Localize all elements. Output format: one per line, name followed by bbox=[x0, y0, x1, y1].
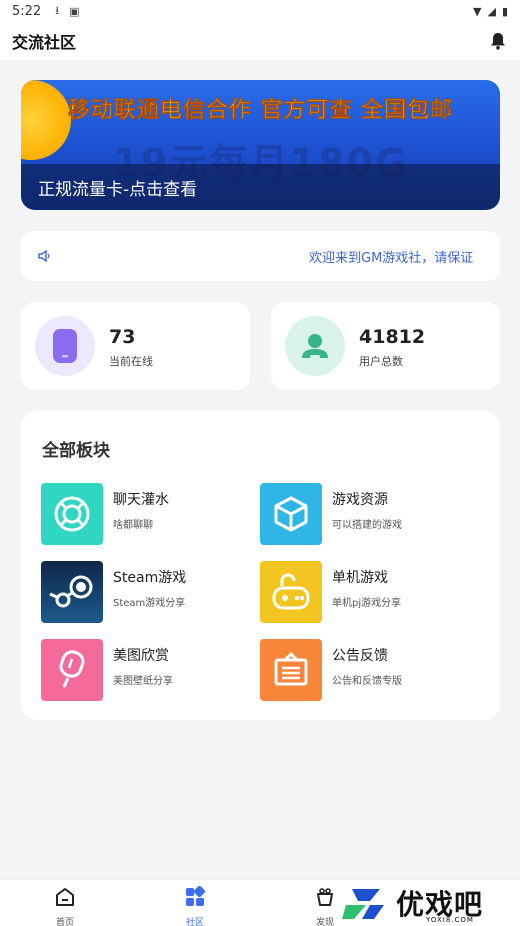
speaker-icon bbox=[38, 249, 50, 263]
status-time: 5:22 bbox=[12, 3, 42, 19]
board-item-steam[interactable]: Steam游戏 Steam游戏分享 bbox=[41, 561, 251, 623]
stat-online: 73 当前在线 bbox=[21, 302, 250, 390]
board-name: 美图欣赏 bbox=[113, 648, 169, 664]
cube-icon bbox=[260, 483, 322, 545]
watermark-url: YOXI8.COM bbox=[426, 916, 474, 924]
tab-community[interactable]: 社区 bbox=[165, 885, 225, 926]
board-item-chat[interactable]: 聊天灌水 啥都聊聊 bbox=[41, 483, 251, 545]
board-desc: 啥都聊聊 bbox=[113, 520, 153, 531]
board-desc: 单机pj游戏分享 bbox=[332, 598, 402, 609]
board-name: 聊天灌水 bbox=[113, 492, 169, 508]
wifi-icon: ▼ bbox=[473, 4, 482, 18]
board-name: 游戏资源 bbox=[332, 492, 388, 508]
board-name: 单机游戏 bbox=[332, 570, 388, 586]
discover-icon bbox=[317, 888, 333, 906]
board-desc: 美图壁纸分享 bbox=[113, 676, 173, 687]
users-count: 41812 bbox=[359, 326, 426, 348]
popsicle-icon bbox=[41, 639, 103, 701]
tab-label: 社区 bbox=[185, 918, 204, 926]
board-desc: Steam游戏分享 bbox=[113, 598, 186, 609]
board-name: Steam游戏 bbox=[113, 570, 187, 586]
online-count: 73 bbox=[109, 326, 136, 348]
tab-label: 首页 bbox=[55, 918, 74, 926]
users-label: 用户总数 bbox=[359, 355, 403, 368]
boards-card: 全部板块 聊天灌水 啥都聊聊 游戏资源 可以搭建的游戏 Steam游戏 Stea… bbox=[21, 411, 500, 720]
online-label: 当前在线 bbox=[109, 355, 153, 368]
community-icon bbox=[186, 885, 206, 906]
board-desc: 可以搭建的游戏 bbox=[332, 520, 402, 531]
page-title: 交流社区 bbox=[12, 33, 77, 52]
watermark-logo-icon bbox=[342, 889, 384, 919]
notice-board-icon bbox=[260, 639, 322, 701]
status-bar: 5:22 ⭳ ▣ ▼ ◢ ▮ bbox=[0, 0, 520, 22]
site-watermark: 优戏吧 YOXI8.COM bbox=[340, 880, 520, 926]
board-desc: 公告和反馈专版 bbox=[332, 676, 402, 687]
board-item-announcements[interactable]: 公告反馈 公告和反馈专版 bbox=[260, 639, 470, 701]
gamepad-icon bbox=[260, 561, 322, 623]
battery-icon: ▮ bbox=[501, 4, 508, 18]
board-item-resources[interactable]: 游戏资源 可以搭建的游戏 bbox=[260, 483, 470, 545]
banner-caption-bar: 正规流量卡-点击查看 bbox=[21, 164, 500, 210]
download-icon: ⭳ bbox=[55, 3, 60, 17]
phone-icon bbox=[35, 316, 95, 376]
app-bar: 交流社区 bbox=[0, 22, 520, 60]
board-item-wallpapers[interactable]: 美图欣赏 美图壁纸分享 bbox=[41, 639, 251, 701]
stat-users: 41812 用户总数 bbox=[271, 302, 500, 390]
banner-headline: 移动联通电信合作 官方可查 全国包邮 bbox=[67, 98, 454, 124]
user-icon bbox=[285, 316, 345, 376]
notice-bar[interactable]: 欢迎来到GM游戏社，请保证 bbox=[21, 231, 500, 281]
signal-icon: ◢ bbox=[487, 4, 496, 18]
board-name: 公告反馈 bbox=[332, 648, 388, 664]
home-icon bbox=[56, 888, 74, 906]
lifebuoy-icon bbox=[41, 483, 103, 545]
banner-caption: 正规流量卡-点击查看 bbox=[38, 179, 198, 200]
boards-heading: 全部板块 bbox=[42, 441, 110, 461]
promo-banner[interactable]: 移动联通电信合作 官方可查 全国包邮 19元每月180G 正规流量卡-点击查看 bbox=[21, 80, 500, 210]
tab-home[interactable]: 首页 bbox=[35, 886, 95, 926]
steam-icon bbox=[41, 561, 103, 623]
notice-text: 欢迎来到GM游戏社，请保证 bbox=[309, 250, 474, 266]
bell-icon[interactable] bbox=[488, 31, 508, 51]
notification-icon: ▣ bbox=[69, 4, 80, 18]
board-item-single-player[interactable]: 单机游戏 单机pj游戏分享 bbox=[260, 561, 470, 623]
